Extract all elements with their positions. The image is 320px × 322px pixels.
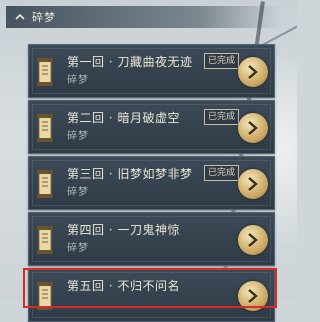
- scroll-icon: [36, 225, 58, 255]
- enter-chapter-button[interactable]: [238, 169, 268, 199]
- chapter-subtitle: 碎梦: [67, 243, 89, 254]
- chapter-list: 第一回 · 刀藏曲夜无迹 碎梦 已完成 第二回 · 暗月破虚空 碎梦 已完成 第…: [0, 0, 297, 322]
- enter-chapter-button[interactable]: [238, 113, 268, 143]
- chapter-title: 第二回 · 暗月破虚空: [67, 111, 180, 125]
- scroll-icon: [36, 113, 58, 143]
- enter-chapter-button[interactable]: [238, 225, 268, 255]
- chapter-subtitle: 碎梦: [67, 75, 89, 86]
- completed-badge: 已完成: [204, 109, 240, 125]
- chapter-card-4[interactable]: 第四回 · 一刀鬼神惊 碎梦: [28, 212, 275, 266]
- scroll-icon: [36, 57, 58, 87]
- completed-badge: 已完成: [204, 165, 240, 181]
- chapter-card-2[interactable]: 第二回 · 暗月破虚空 碎梦 已完成: [28, 100, 275, 154]
- enter-chapter-button[interactable]: [238, 57, 268, 87]
- scroll-icon: [36, 169, 58, 199]
- chapter-title: 第三回 · 旧梦如梦非梦: [67, 167, 193, 181]
- selection-highlight: [23, 268, 277, 308]
- chapter-title: 第四回 · 一刀鬼神惊: [67, 223, 180, 237]
- chapter-title: 第一回 · 刀藏曲夜无迹: [67, 55, 193, 69]
- chapter-card-1[interactable]: 第一回 · 刀藏曲夜无迹 碎梦 已完成: [28, 44, 275, 98]
- chapter-subtitle: 碎梦: [67, 187, 89, 198]
- completed-badge: 已完成: [204, 53, 240, 69]
- chapter-card-3[interactable]: 第三回 · 旧梦如梦非梦 碎梦 已完成: [28, 156, 275, 210]
- chapter-subtitle: 碎梦: [67, 131, 89, 142]
